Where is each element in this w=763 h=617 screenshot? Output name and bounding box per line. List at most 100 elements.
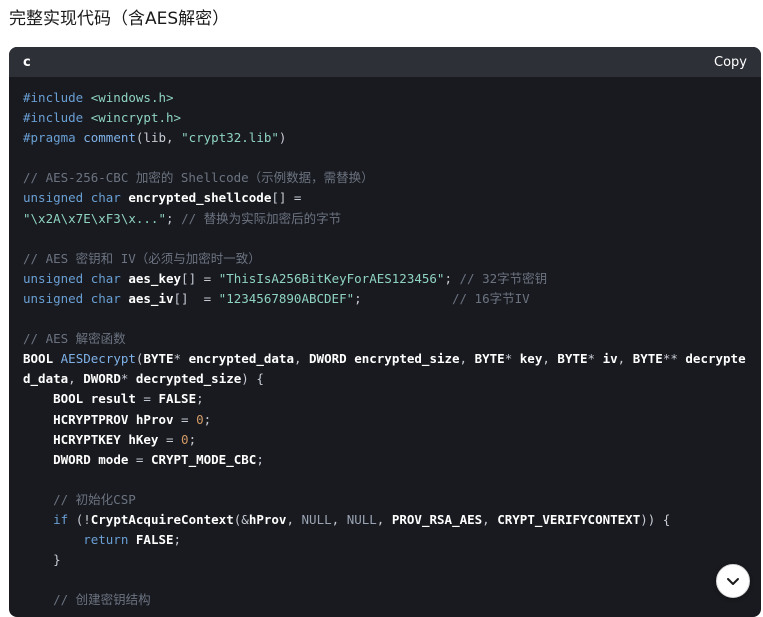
code-line: // 创建密钥结构: [23, 590, 747, 610]
code-token: // AES-256-CBC 加密的 Shellcode（示例数据，需替换）: [23, 170, 374, 186]
code-token: BYTE: [557, 351, 588, 367]
code-token: "ThisIsA256BitKeyForAES123456": [218, 270, 445, 286]
page-heading: 完整实现代码（含AES解密）: [9, 9, 230, 29]
code-token: ;: [166, 210, 182, 226]
code-token: hKey: [128, 431, 159, 447]
code-token: ,: [542, 351, 558, 367]
code-line: // AES-256-CBC 加密的 Shellcode（示例数据，需替换）: [23, 168, 747, 188]
code-token: ;: [173, 532, 182, 548]
code-line: #include <windows.h>: [23, 88, 747, 108]
code-token: [] =: [173, 290, 219, 306]
code-token: ,: [286, 511, 302, 527]
code-token: encrypted_data: [188, 351, 294, 367]
code-token: key: [519, 351, 543, 367]
code-token: HCRYPTKEY: [23, 431, 129, 447]
code-line: }: [23, 550, 747, 570]
code-token: ,: [617, 351, 633, 367]
code-token: decrypte: [685, 351, 746, 367]
code-token: *: [504, 351, 520, 367]
code-token: =: [173, 411, 197, 427]
code-token: hProv: [248, 511, 287, 527]
code-line: BOOL AESDecrypt(BYTE* encrypted_data, DW…: [23, 349, 747, 369]
code-line: HCRYPTKEY hKey = 0;: [23, 430, 747, 450]
code-token: FALSE: [158, 391, 197, 407]
code-token: encrypted_size: [354, 351, 460, 367]
code-token: unsigned char: [23, 190, 129, 206]
code-line: d_data, DWORD* decrypted_size) {: [23, 369, 747, 389]
code-token: 0: [181, 431, 189, 447]
code-token: // AES 解密函数: [23, 331, 126, 347]
code-block-header: c Copy: [9, 47, 761, 77]
code-token: ;: [256, 451, 264, 467]
code-token: =: [128, 451, 151, 467]
code-token: BYTE: [632, 351, 663, 367]
code-token: ,: [376, 511, 392, 527]
code-token: d_data: [23, 371, 69, 387]
code-token: CRYPT_VERIFYCONTEXT: [497, 511, 641, 527]
code-token: "crypt32.lib": [181, 130, 279, 146]
code-token: *: [587, 351, 603, 367]
code-token: hProv: [135, 411, 174, 427]
code-line: HCRYPTPROV hProv = 0;: [23, 410, 747, 430]
code-token: BYTE: [143, 351, 174, 367]
code-token: ,: [482, 511, 498, 527]
code-token: encrypted_shellcode: [128, 190, 272, 206]
code-token: }: [23, 552, 61, 568]
code-line: unsigned char aes_key[] = "ThisIsA256Bit…: [23, 269, 747, 289]
code-token: BYTE: [474, 351, 505, 367]
code-line: // 初始化CSP: [23, 490, 747, 510]
code-token: // 16字节IV: [451, 290, 530, 306]
code-token: #pragma: [23, 130, 84, 146]
scroll-to-bottom-button[interactable]: [716, 564, 750, 598]
code-line: // AES 解密函数: [23, 329, 747, 349]
code-token: iv: [602, 351, 618, 367]
code-token: PROV_RSA_AES: [391, 511, 483, 527]
code-token: DWORD: [83, 371, 121, 387]
code-token: CryptAcquireContext: [90, 511, 234, 527]
code-line: // AES 密钥和 IV（必须与加密时一致）: [23, 249, 747, 269]
code-token: NULL: [301, 511, 332, 527]
code-token: (&: [233, 511, 249, 527]
code-token: 0: [196, 411, 204, 427]
code-token: result: [90, 391, 136, 407]
code-line: "\x2A\x7E\xF3\x..."; // 替换为实际加密后的字节: [23, 209, 747, 229]
code-token: decrypted_size: [135, 371, 242, 387]
code-token: "\x2A\x7E\xF3\x...": [23, 210, 166, 226]
code-line: if (!CryptAcquireContext(&hProv, NULL, N…: [23, 510, 747, 530]
code-token: =: [158, 431, 182, 447]
code-token: // 替换为实际加密后的字节: [181, 210, 342, 226]
code-token: ;: [196, 391, 204, 407]
code-line: #pragma comment(lib, "crypt32.lib"): [23, 128, 747, 148]
code-token: ;: [203, 411, 212, 427]
code-token: aes_key: [128, 270, 182, 286]
code-token: <windows.h>: [90, 90, 174, 105]
code-token: unsigned char: [23, 290, 129, 306]
code-token: unsigned char: [23, 270, 129, 286]
code-token: (lib,: [135, 130, 182, 146]
code-line: #include <wincrypt.h>: [23, 108, 747, 128]
code-token: DWORD: [309, 351, 355, 367]
code-token: aes_iv: [128, 290, 174, 306]
code-line: DWORD mode = CRYPT_MODE_CBC;: [23, 450, 747, 470]
code-token: BOOL: [23, 391, 91, 407]
code-token: DWORD: [23, 451, 99, 467]
code-token: FALSE: [135, 532, 174, 548]
chevron-down-icon: [727, 578, 739, 585]
code-line: unsigned char encrypted_shellcode[] =: [23, 188, 747, 208]
code-token: BOOL: [23, 351, 61, 367]
code-token: ,: [331, 511, 347, 527]
code-token: comment: [83, 130, 136, 146]
code-token: AESDecrypt: [60, 351, 136, 367]
code-token: ;: [354, 290, 452, 306]
code-token: ,: [68, 371, 84, 387]
copy-button[interactable]: Copy: [714, 55, 747, 70]
code-token: (!: [75, 511, 91, 527]
code-language-label: c: [23, 54, 31, 70]
code-token: // 创建密钥结构: [23, 592, 151, 608]
code-token: NULL: [346, 511, 377, 527]
